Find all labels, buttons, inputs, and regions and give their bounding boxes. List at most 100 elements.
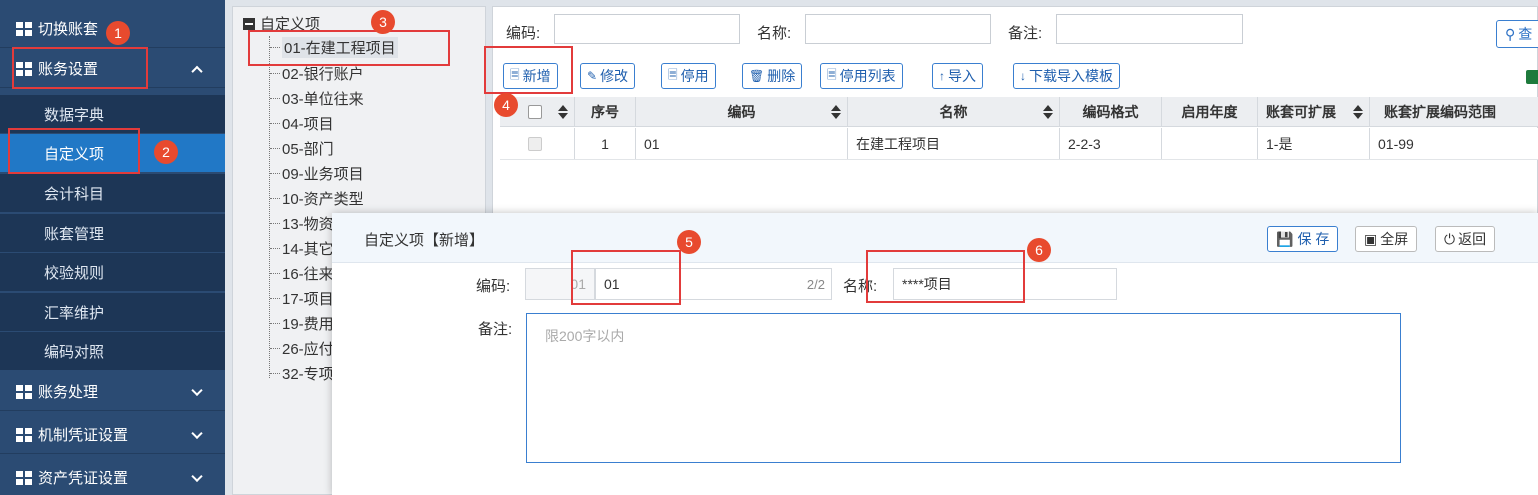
grid-icon <box>16 384 32 399</box>
save-icon: 💾 <box>1276 230 1294 247</box>
annotation-box <box>484 46 573 94</box>
grid-header: 序号 编码 名称 编码格式 启用年度 账套可扩展 账套扩展编码范围 <box>500 97 1538 127</box>
sort-icon[interactable] <box>1043 105 1053 119</box>
import-button-label: 导入 <box>948 68 976 84</box>
header-seq[interactable]: 序号 <box>575 97 636 126</box>
header-extendable[interactable]: 账套可扩展 <box>1258 97 1370 126</box>
sidebar-item-label: 资产凭证设置 <box>38 470 129 487</box>
cell-range: 01-99 <box>1378 135 1414 152</box>
modify-button[interactable]: ✎ 修改 <box>580 63 636 89</box>
cell-extendable: 1-是 <box>1258 128 1370 159</box>
disabled-list-button[interactable]: 🗏 停用列表 <box>820 63 903 89</box>
save-button[interactable]: 💾 保 存 <box>1267 226 1339 252</box>
sort-icon[interactable] <box>558 105 568 119</box>
table-row[interactable]: 1 01 在建工程项目 2-2-3 1-是 01-99 <box>500 128 1538 160</box>
search-icon: ⚲ <box>1505 25 1516 42</box>
step-badge: 3 <box>371 10 395 34</box>
tree-node[interactable]: 13-物资 <box>270 211 334 235</box>
select-all-checkbox[interactable] <box>528 104 542 119</box>
header-extend-range[interactable]: 账套扩展编码范围 <box>1370 97 1538 126</box>
sidebar-item-label: 会计科目 <box>44 185 105 203</box>
tree-node[interactable]: 17-项目 <box>270 286 334 310</box>
tree-node-label: 04-项目 <box>282 115 334 133</box>
filter-remark-input[interactable] <box>1056 14 1243 44</box>
tree-node-label: 32-专项 <box>282 365 334 383</box>
edit-icon: ✎ <box>587 69 598 83</box>
import-button[interactable]: ↑ 导入 <box>932 63 983 89</box>
tree-node[interactable]: 26-应付 <box>270 336 334 360</box>
tree-node[interactable]: 10-资产类型 <box>270 186 364 210</box>
cell-format: 2-2-3 <box>1060 128 1162 159</box>
doc-icon: 🗏 <box>827 67 837 82</box>
tree-node[interactable]: 03-单位往来 <box>270 86 364 110</box>
row-checkbox[interactable] <box>528 136 542 151</box>
cell-seq: 1 <box>575 128 636 159</box>
header-code[interactable]: 编码 <box>636 97 848 126</box>
sidebar-item-code-mapping[interactable]: 编码对照 <box>0 332 225 370</box>
filter-name-label: 名称: <box>757 25 792 42</box>
fullscreen-button[interactable]: ▣ 全屏 <box>1355 226 1418 252</box>
header-code-label: 编码 <box>727 103 756 120</box>
header-name[interactable]: 名称 <box>848 97 1060 126</box>
tree-node-label: 03-单位往来 <box>282 90 364 108</box>
grid-icon <box>16 470 32 485</box>
sidebar-item-validation-rules[interactable]: 校验规则 <box>0 253 225 291</box>
doc-icon: 🗏 <box>668 67 678 82</box>
filter-name-input[interactable] <box>805 14 991 44</box>
download-template-button[interactable]: ↓ 下载导入模板 <box>1013 63 1120 89</box>
sidebar-item-label: 账套管理 <box>44 225 105 243</box>
sidebar-item-accounting-subjects[interactable]: 会计科目 <box>0 174 225 212</box>
step-badge: 5 <box>677 230 701 254</box>
tree-node-label: 26-应付 <box>282 340 334 358</box>
tree-node-label: 16-往来 <box>282 265 334 283</box>
sidebar-item-voucher-settings[interactable]: 机制凭证设置 <box>0 416 225 454</box>
tree-node[interactable]: 19-费用 <box>270 311 334 335</box>
excel-export-icon[interactable] <box>1526 70 1538 84</box>
filter-code-input[interactable] <box>554 14 740 44</box>
grid-icon <box>16 21 32 36</box>
tree-node-label: 14-其它 <box>282 240 334 258</box>
tree-node[interactable]: 16-往来 <box>270 261 334 285</box>
tree-node[interactable]: 04-项目 <box>270 111 334 135</box>
collapse-icon[interactable] <box>243 17 255 30</box>
delete-button[interactable]: 🗑 删除 <box>742 63 803 89</box>
sidebar-item-label: 机制凭证设置 <box>38 427 129 444</box>
row-select-cell <box>500 128 575 159</box>
sidebar-item-label: 编码对照 <box>44 343 105 361</box>
remark-textarea[interactable]: 限200字以内 <box>526 313 1401 463</box>
sidebar-item-label: 汇率维护 <box>44 304 105 322</box>
tree-node[interactable]: 09-业务项目 <box>270 161 364 185</box>
tree-node[interactable]: 32-专项 <box>270 361 334 385</box>
dialog-title: 自定义项【新增】 <box>364 232 485 249</box>
sidebar-item-account-processing[interactable]: 账务处理 <box>0 373 225 411</box>
header-extendable-label: 账套可扩展 <box>1266 103 1336 120</box>
cell-name: 在建工程项目 <box>848 128 1060 159</box>
step-badge: 2 <box>154 140 178 164</box>
tree-node[interactable]: 14-其它 <box>270 236 334 260</box>
disable-button-label: 停用 <box>680 68 709 84</box>
back-button[interactable]: ⏻ 返回 <box>1435 226 1496 252</box>
header-enable-year[interactable]: 启用年度 <box>1162 97 1258 126</box>
power-icon: ⏻ <box>1444 230 1456 247</box>
annotation-box <box>866 250 1025 303</box>
tree-node[interactable]: 05-部门 <box>270 136 334 160</box>
tree-node-label: 13-物资 <box>282 215 334 233</box>
fullscreen-button-label: 全屏 <box>1380 231 1409 247</box>
trash-icon: 🗑 <box>749 69 765 83</box>
cell-code: 01 <box>636 128 848 159</box>
sidebar-item-label: 校验规则 <box>44 264 105 282</box>
step-badge: 4 <box>494 93 518 117</box>
disable-button[interactable]: 🗏 停用 <box>661 63 716 89</box>
query-button[interactable]: ⚲ 查 <box>1496 20 1538 48</box>
chevron-down-icon <box>191 427 203 439</box>
annotation-box <box>571 250 681 305</box>
sidebar-item-exchange-rate[interactable]: 汇率维护 <box>0 293 225 331</box>
grid-icon <box>16 427 32 442</box>
sidebar-item-asset-voucher-settings[interactable]: 资产凭证设置 <box>0 459 225 495</box>
sort-icon[interactable] <box>831 105 841 119</box>
back-button-label: 返回 <box>1458 231 1487 247</box>
sort-icon[interactable] <box>1353 105 1363 119</box>
sidebar-item-account-set-management[interactable]: 账套管理 <box>0 214 225 252</box>
header-code-format[interactable]: 编码格式 <box>1060 97 1162 126</box>
tree-node-label: 09-业务项目 <box>282 165 364 183</box>
